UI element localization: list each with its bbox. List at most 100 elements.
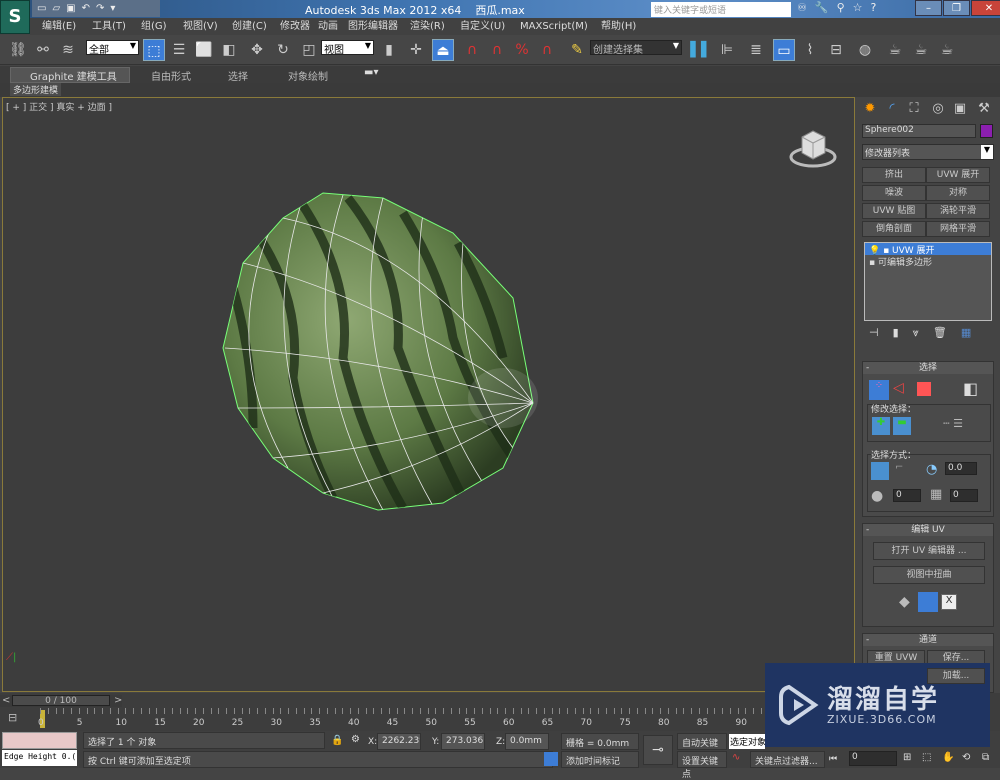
edit-uv-rollout-header[interactable]: - 编辑 UV xyxy=(863,524,993,536)
rendered-frame-icon[interactable]: ☕ xyxy=(910,39,932,61)
z-coordinate-field[interactable]: 0.0mm xyxy=(505,733,549,750)
selection-filter-dropdown[interactable]: 全部 ▼ xyxy=(86,40,139,56)
ribbon-options-icon[interactable]: ▬▾ xyxy=(364,67,378,78)
manipulate-icon[interactable]: ✛ xyxy=(405,39,427,61)
tweak-in-view-button[interactable]: 视图中扭曲 xyxy=(873,566,985,584)
redo-icon[interactable]: ↷ xyxy=(96,3,104,14)
layer-manager-icon[interactable]: ≣ xyxy=(745,39,767,61)
select-object-icon[interactable]: ⬚ xyxy=(143,39,165,61)
snap-toggle-icon[interactable]: ∩ xyxy=(461,39,483,61)
y-coordinate-field[interactable]: 273.036mm xyxy=(441,733,485,750)
curve-editor-icon[interactable]: ⌇ xyxy=(799,39,821,61)
set-key-icon[interactable]: ⊸ xyxy=(643,735,673,765)
percent-snap-icon[interactable]: % xyxy=(511,39,533,61)
angle-snap-icon[interactable]: ∩ xyxy=(486,39,508,61)
key-filters-button[interactable]: 关键点过滤器... xyxy=(750,751,825,768)
wrench-icon[interactable]: 🔧 xyxy=(815,1,829,14)
star-icon[interactable]: ☆ xyxy=(853,1,863,14)
object-name-field[interactable]: Sphere002 xyxy=(862,124,976,138)
grid-select-icon[interactable]: ▦ xyxy=(930,487,942,502)
load-uvw-button[interactable]: 加载... xyxy=(927,668,985,684)
stack-item-unwrap-uvw[interactable]: 💡 ▪ UVW 展开 xyxy=(865,243,991,256)
select-by-name-icon[interactable]: ☰ xyxy=(168,39,190,61)
quick-peel-icon[interactable] xyxy=(918,592,938,612)
schematic-view-icon[interactable]: ⊟ xyxy=(825,39,847,61)
named-selection-dropdown[interactable]: 创建选择集 ▼ xyxy=(590,40,682,56)
selection-lock-icon[interactable]: 🔒 xyxy=(331,735,343,746)
help-icon[interactable]: ? xyxy=(871,1,877,14)
channel-rollout-header[interactable]: - 通道 xyxy=(863,634,993,646)
modify-tab-icon[interactable]: ◜ xyxy=(882,99,902,119)
point-to-point-icon[interactable]: ⌐ xyxy=(895,462,903,473)
edit-named-selection-icon[interactable]: ✎ xyxy=(566,39,588,61)
maximize-viewport-icon[interactable]: ⧉ xyxy=(982,752,989,763)
menu-graph-editors[interactable]: 图形编辑器 xyxy=(348,18,398,35)
maximize-button[interactable]: ❐ xyxy=(943,0,970,16)
binoculars-icon[interactable]: ♾ xyxy=(797,1,807,14)
menu-help[interactable]: 帮助(H) xyxy=(601,18,636,35)
align-icon[interactable]: ⊫ xyxy=(716,39,738,61)
absolute-mode-icon[interactable]: ⚙ xyxy=(351,734,360,745)
field-of-view-icon[interactable]: ⬚ xyxy=(922,752,931,763)
object-color-swatch[interactable] xyxy=(980,124,993,138)
tab-object-paint[interactable]: 对象绘制 xyxy=(288,68,328,83)
set-key-button[interactable]: 设置关键点 xyxy=(677,751,727,780)
search-input[interactable]: 键入关键字或短语 xyxy=(651,2,791,17)
scale-icon[interactable]: ◰ xyxy=(298,39,320,61)
modifier-button-extrude[interactable]: 挤出 xyxy=(862,167,926,183)
open-uv-editor-button[interactable]: 打开 UV 编辑器 ... xyxy=(873,542,985,560)
shrink-selection-icon[interactable]: ▬ xyxy=(893,417,911,435)
menu-views[interactable]: 视图(V) xyxy=(183,18,218,35)
edge-select-icon[interactable]: ◁ xyxy=(893,380,904,396)
modifier-button-uvw-map[interactable]: UVW 贴图 xyxy=(862,203,926,219)
rotate-icon[interactable]: ↻ xyxy=(272,39,294,61)
open-file-icon[interactable]: ▱ xyxy=(52,3,60,14)
current-frame-field[interactable]: 0 xyxy=(849,751,897,766)
maxscript-mini-listener[interactable]: Edge Height 0.( xyxy=(2,750,77,766)
new-file-icon[interactable]: ▭ xyxy=(37,3,46,14)
modifier-button-turbosmooth[interactable]: 涡轮平滑 xyxy=(926,203,990,219)
stack-item-editable-poly[interactable]: ▪ 可编辑多边形 xyxy=(865,255,991,268)
reference-coordinate-dropdown[interactable]: 视图 ▼ xyxy=(321,40,374,56)
soft-select-sphere-icon[interactable]: ● xyxy=(871,488,883,504)
material-editor-icon[interactable]: ◍ xyxy=(854,39,876,61)
select-by-element-icon[interactable] xyxy=(871,462,889,480)
configure-modifier-sets-icon[interactable]: ▦ xyxy=(961,326,971,340)
next-frame-button[interactable]: > xyxy=(114,695,122,706)
menu-animation[interactable]: 动画 xyxy=(318,18,338,35)
modifier-button-unwrap-uvw[interactable]: UVW 展开 xyxy=(926,167,990,183)
mirror-icon[interactable]: ▌▌ xyxy=(690,39,712,61)
create-tab-icon[interactable]: ✹ xyxy=(860,99,880,119)
menu-edit[interactable]: 编辑(E) xyxy=(42,18,76,35)
pivot-center-icon[interactable]: ▮ xyxy=(378,39,400,61)
selection-rollout-header[interactable]: - 选择 xyxy=(863,362,993,374)
element-select-icon[interactable]: ◧ xyxy=(963,379,978,398)
subtab-polygon-modeling[interactable]: 多边形建模 xyxy=(10,83,62,96)
modifier-button-noise[interactable]: 噪波 xyxy=(862,185,926,201)
application-button[interactable]: S xyxy=(0,0,30,34)
utilities-tab-icon[interactable]: ⚒ xyxy=(974,99,994,119)
customize-icon[interactable]: ▾ xyxy=(110,3,115,14)
quick-planar-map-icon[interactable]: ◆ xyxy=(899,594,910,610)
render-setup-icon[interactable]: ☕ xyxy=(884,39,906,61)
auto-key-button[interactable]: 自动关键点 xyxy=(677,733,727,762)
spinner-1[interactable]: 0 xyxy=(893,489,921,502)
modifier-button-meshsmooth[interactable]: 网格平滑 xyxy=(926,221,990,237)
modifier-button-bevel-profile[interactable]: 倒角剖面 xyxy=(862,221,926,237)
viewport-label[interactable]: [ + ] 正交 ] 真实 + 边面 ] xyxy=(6,100,112,113)
grow-selection-icon[interactable]: ✚ xyxy=(872,417,890,435)
menu-maxscript[interactable]: MAXScript(M) xyxy=(520,18,588,35)
loop-ring-icon[interactable]: ┄ ☰ xyxy=(943,417,963,430)
menu-tools[interactable]: 工具(T) xyxy=(92,18,126,35)
pan-icon[interactable]: ✋ xyxy=(942,752,954,763)
modifier-button-symmetry[interactable]: 对称 xyxy=(926,185,990,201)
go-to-start-icon[interactable]: ⏮ xyxy=(829,754,837,764)
tab-graphite[interactable]: Graphite 建模工具 xyxy=(30,68,117,83)
vertex-select-icon[interactable]: ⁘ xyxy=(869,380,889,400)
prev-frame-button[interactable]: < xyxy=(2,695,10,706)
menu-modifiers[interactable]: 修改器 xyxy=(280,18,310,35)
make-unique-icon[interactable]: ⩔ xyxy=(913,326,919,340)
spinner-2[interactable]: 0 xyxy=(950,489,978,502)
key-mode-dropdown[interactable]: 选定对象 xyxy=(729,734,765,749)
time-tag-icon[interactable] xyxy=(544,752,558,766)
